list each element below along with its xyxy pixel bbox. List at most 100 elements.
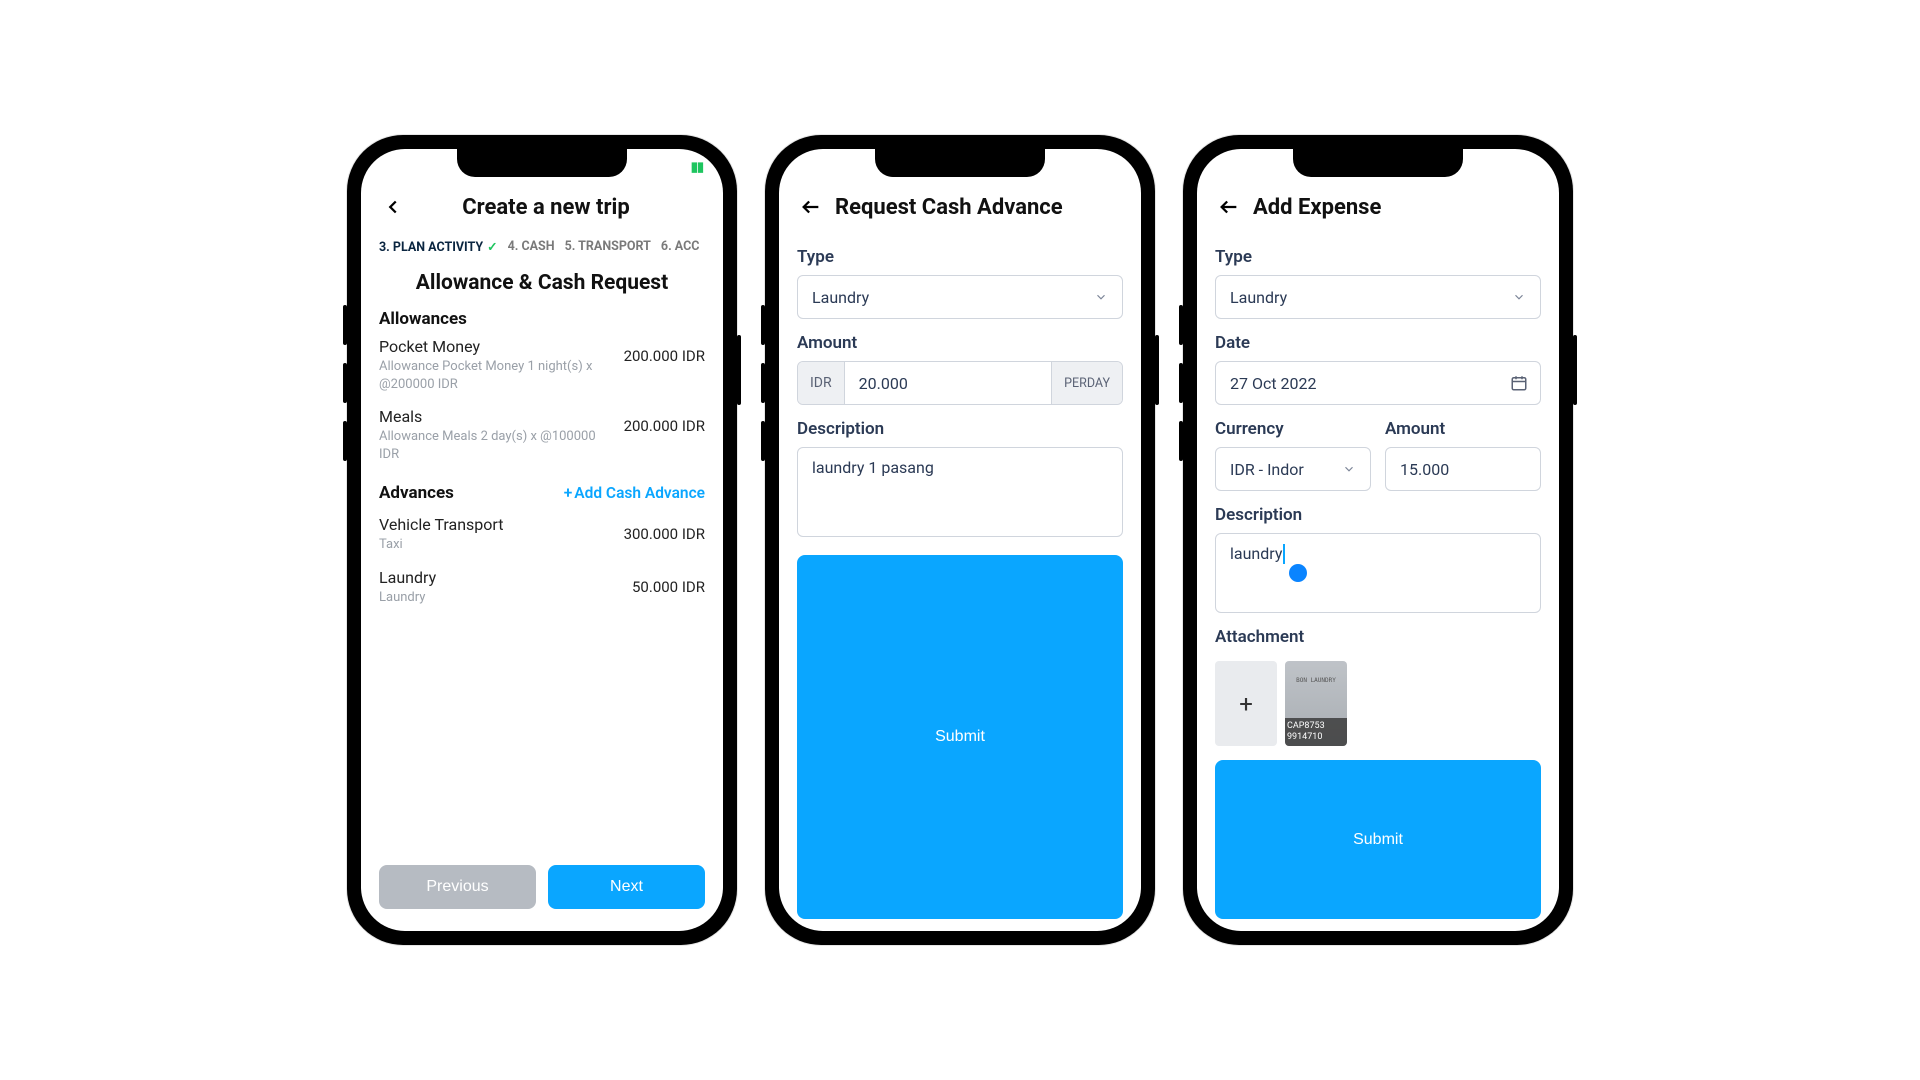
description-textarea[interactable]: laundry (1215, 533, 1541, 613)
date-label: Date (1215, 333, 1541, 353)
check-icon: ✓ (487, 239, 497, 255)
step-cash[interactable]: 4. CASH (508, 239, 555, 255)
chevron-down-icon (1094, 290, 1108, 304)
page-title: Add Expense (1253, 195, 1541, 220)
content: Type Laundry Amount IDR 20.000 PERDAY De… (779, 233, 1141, 931)
screen-add-expense: Add Expense Type Laundry Date 27 Oct 202… (1197, 149, 1559, 931)
content: 3. PLAN ACTIVITY ✓ 4. CASH 5. TRANSPORT … (361, 233, 723, 931)
page-title: Create a new trip (387, 195, 705, 220)
add-cash-advance-link[interactable]: + Add Cash Advance (564, 484, 705, 502)
stepper: 3. PLAN ACTIVITY ✓ 4. CASH 5. TRANSPORT … (379, 239, 705, 255)
plus-icon: + (1239, 690, 1253, 718)
currency-label: Currency (1215, 419, 1371, 439)
type-select[interactable]: Laundry (797, 275, 1123, 319)
currency-select[interactable]: IDR - Indor (1215, 447, 1371, 491)
notch (457, 149, 627, 177)
section-title: Allowance & Cash Request (379, 271, 705, 295)
advance-amount: 300.000 IDR (624, 525, 705, 543)
advance-row: Laundry Laundry 50.000 IDR (379, 568, 705, 607)
attachments: + BON LAUNDRY CAP8753 9914710 (1215, 661, 1541, 746)
advance-amount: 50.000 IDR (632, 578, 705, 596)
currency-value: IDR - Indor (1230, 460, 1304, 479)
add-attachment-button[interactable]: + (1215, 661, 1277, 746)
allowance-title: Meals (379, 407, 616, 426)
screen-create-trip: ▮▮ Create a new trip 3. PLAN ACTIVITY ✓ … (361, 149, 723, 931)
submit-button[interactable]: Submit (797, 555, 1123, 919)
amount-input[interactable]: 20.000 (845, 362, 1052, 404)
date-input[interactable]: 27 Oct 2022 (1215, 361, 1541, 405)
text-selection-handle[interactable] (1289, 564, 1307, 582)
advance-info: Laundry Laundry (379, 568, 632, 607)
footer-buttons: Previous Next (379, 865, 705, 919)
allowance-row: Pocket Money Allowance Pocket Money 1 ni… (379, 337, 705, 393)
amount-label: Amount (797, 333, 1123, 353)
allowance-amount: 200.000 IDR (624, 417, 705, 435)
submit-button[interactable]: Submit (1215, 760, 1541, 919)
advance-row: Vehicle Transport Taxi 300.000 IDR (379, 515, 705, 554)
type-value: Laundry (1230, 288, 1287, 307)
amount-value: 15.000 (1400, 460, 1449, 479)
attachment-filename: CAP8753 9914710 (1285, 718, 1347, 746)
calendar-icon (1510, 374, 1528, 392)
advances-header-row: Advances + Add Cash Advance (379, 483, 705, 503)
phone-frame-3: Add Expense Type Laundry Date 27 Oct 202… (1183, 135, 1573, 945)
amount-input[interactable]: 15.000 (1385, 447, 1541, 491)
notch (875, 149, 1045, 177)
allowance-desc: Allowance Pocket Money 1 night(s) x @200… (379, 358, 616, 393)
step-plan-activity[interactable]: 3. PLAN ACTIVITY ✓ (379, 239, 498, 255)
phone-frame-2: Request Cash Advance Type Laundry Amount… (765, 135, 1155, 945)
type-label: Type (1215, 247, 1541, 267)
advance-info: Vehicle Transport Taxi (379, 515, 624, 554)
header: Create a new trip (361, 185, 723, 233)
amount-label: Amount (1385, 419, 1541, 439)
date-value: 27 Oct 2022 (1230, 374, 1317, 393)
unit-addon: PERDAY (1051, 362, 1122, 404)
chevron-down-icon (1512, 290, 1526, 304)
phone-frame-1: ▮▮ Create a new trip 3. PLAN ACTIVITY ✓ … (347, 135, 737, 945)
arrow-left-icon (1218, 196, 1240, 218)
allowance-row: Meals Allowance Meals 2 day(s) x @100000… (379, 407, 705, 463)
currency-amount-row: Currency IDR - Indor Amount 15.000 (1215, 405, 1541, 491)
advance-title: Vehicle Transport (379, 515, 616, 534)
screen-request-cash-advance: Request Cash Advance Type Laundry Amount… (779, 149, 1141, 931)
content: Type Laundry Date 27 Oct 2022 Currency I… (1197, 233, 1559, 931)
back-button[interactable] (797, 193, 825, 221)
step-label: 3. PLAN ACTIVITY (379, 240, 483, 255)
back-button[interactable] (1215, 193, 1243, 221)
header: Request Cash Advance (779, 185, 1141, 233)
allowance-info: Pocket Money Allowance Pocket Money 1 ni… (379, 337, 624, 393)
currency-addon: IDR (798, 362, 845, 404)
type-select[interactable]: Laundry (1215, 275, 1541, 319)
plus-icon: + (564, 484, 573, 502)
description-label: Description (1215, 505, 1541, 525)
advance-title: Laundry (379, 568, 624, 587)
chevron-down-icon (1342, 462, 1356, 476)
receipt-text: BON LAUNDRY (1285, 677, 1347, 684)
text-caret (1283, 544, 1285, 564)
description-textarea[interactable]: laundry 1 pasang (797, 447, 1123, 537)
add-cash-advance-label: Add Cash Advance (574, 484, 705, 502)
advance-desc: Taxi (379, 536, 616, 554)
allowance-desc: Allowance Meals 2 day(s) x @100000 IDR (379, 428, 616, 463)
description-value: laundry 1 pasang (812, 458, 934, 477)
next-button[interactable]: Next (548, 865, 705, 909)
description-value: laundry (1230, 544, 1282, 563)
step-acc[interactable]: 6. ACC (661, 239, 700, 255)
previous-button[interactable]: Previous (379, 865, 536, 909)
header: Add Expense (1197, 185, 1559, 233)
type-label: Type (797, 247, 1123, 267)
allowances-header: Allowances (379, 309, 705, 329)
attachment-thumbnail[interactable]: BON LAUNDRY CAP8753 9914710 (1285, 661, 1347, 746)
step-transport[interactable]: 5. TRANSPORT (565, 239, 651, 255)
advance-desc: Laundry (379, 589, 624, 607)
description-label: Description (797, 419, 1123, 439)
advances-header: Advances (379, 483, 454, 503)
amount-input-group: IDR 20.000 PERDAY (797, 361, 1123, 405)
page-title: Request Cash Advance (835, 195, 1123, 220)
notch (1293, 149, 1463, 177)
battery-icon: ▮▮ (691, 160, 703, 175)
allowance-amount: 200.000 IDR (624, 347, 705, 365)
allowance-title: Pocket Money (379, 337, 616, 356)
allowance-info: Meals Allowance Meals 2 day(s) x @100000… (379, 407, 624, 463)
type-value: Laundry (812, 288, 869, 307)
